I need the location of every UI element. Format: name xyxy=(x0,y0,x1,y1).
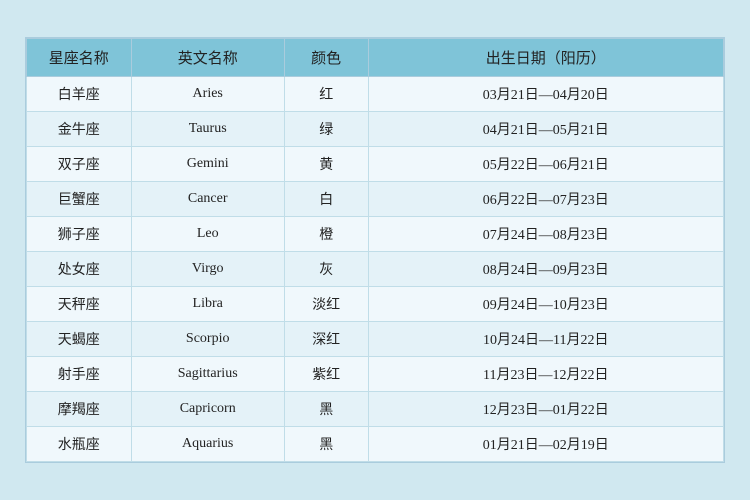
cell-chinese: 水瓶座 xyxy=(27,427,132,462)
zodiac-table-container: 星座名称 英文名称 颜色 出生日期（阳历） 白羊座Aries红03月21日—04… xyxy=(25,37,725,463)
cell-english: Gemini xyxy=(131,147,284,182)
cell-english: Virgo xyxy=(131,252,284,287)
cell-date: 09月24日—10月23日 xyxy=(368,287,724,322)
cell-chinese: 双子座 xyxy=(27,147,132,182)
cell-english: Sagittarius xyxy=(131,357,284,392)
cell-chinese: 天蝎座 xyxy=(27,322,132,357)
table-row: 处女座Virgo灰08月24日—09月23日 xyxy=(27,252,724,287)
table-row: 金牛座Taurus绿04月21日—05月21日 xyxy=(27,112,724,147)
cell-english: Libra xyxy=(131,287,284,322)
header-chinese: 星座名称 xyxy=(27,39,132,77)
cell-color: 黑 xyxy=(284,427,368,462)
cell-date: 05月22日—06月21日 xyxy=(368,147,724,182)
cell-chinese: 白羊座 xyxy=(27,77,132,112)
cell-date: 11月23日—12月22日 xyxy=(368,357,724,392)
table-row: 水瓶座Aquarius黑01月21日—02月19日 xyxy=(27,427,724,462)
header-color: 颜色 xyxy=(284,39,368,77)
cell-english: Scorpio xyxy=(131,322,284,357)
table-row: 巨蟹座Cancer白06月22日—07月23日 xyxy=(27,182,724,217)
cell-color: 白 xyxy=(284,182,368,217)
cell-color: 绿 xyxy=(284,112,368,147)
cell-chinese: 金牛座 xyxy=(27,112,132,147)
cell-color: 淡红 xyxy=(284,287,368,322)
cell-chinese: 狮子座 xyxy=(27,217,132,252)
cell-color: 黑 xyxy=(284,392,368,427)
cell-chinese: 处女座 xyxy=(27,252,132,287)
cell-chinese: 摩羯座 xyxy=(27,392,132,427)
table-body: 白羊座Aries红03月21日—04月20日金牛座Taurus绿04月21日—0… xyxy=(27,77,724,462)
cell-color: 紫红 xyxy=(284,357,368,392)
cell-color: 红 xyxy=(284,77,368,112)
cell-chinese: 巨蟹座 xyxy=(27,182,132,217)
header-date: 出生日期（阳历） xyxy=(368,39,724,77)
cell-color: 深红 xyxy=(284,322,368,357)
cell-color: 黄 xyxy=(284,147,368,182)
cell-date: 03月21日—04月20日 xyxy=(368,77,724,112)
table-row: 狮子座Leo橙07月24日—08月23日 xyxy=(27,217,724,252)
cell-english: Taurus xyxy=(131,112,284,147)
cell-english: Aries xyxy=(131,77,284,112)
cell-english: Cancer xyxy=(131,182,284,217)
cell-date: 08月24日—09月23日 xyxy=(368,252,724,287)
cell-chinese: 射手座 xyxy=(27,357,132,392)
cell-color: 橙 xyxy=(284,217,368,252)
cell-color: 灰 xyxy=(284,252,368,287)
cell-english: Aquarius xyxy=(131,427,284,462)
zodiac-table: 星座名称 英文名称 颜色 出生日期（阳历） 白羊座Aries红03月21日—04… xyxy=(26,38,724,462)
cell-chinese: 天秤座 xyxy=(27,287,132,322)
cell-date: 04月21日—05月21日 xyxy=(368,112,724,147)
cell-date: 07月24日—08月23日 xyxy=(368,217,724,252)
cell-english: Capricorn xyxy=(131,392,284,427)
cell-date: 01月21日—02月19日 xyxy=(368,427,724,462)
cell-date: 12月23日—01月22日 xyxy=(368,392,724,427)
table-row: 天秤座Libra淡红09月24日—10月23日 xyxy=(27,287,724,322)
table-row: 白羊座Aries红03月21日—04月20日 xyxy=(27,77,724,112)
table-row: 摩羯座Capricorn黑12月23日—01月22日 xyxy=(27,392,724,427)
table-header-row: 星座名称 英文名称 颜色 出生日期（阳历） xyxy=(27,39,724,77)
table-row: 双子座Gemini黄05月22日—06月21日 xyxy=(27,147,724,182)
header-english: 英文名称 xyxy=(131,39,284,77)
table-row: 天蝎座Scorpio深红10月24日—11月22日 xyxy=(27,322,724,357)
table-row: 射手座Sagittarius紫红11月23日—12月22日 xyxy=(27,357,724,392)
cell-date: 06月22日—07月23日 xyxy=(368,182,724,217)
cell-date: 10月24日—11月22日 xyxy=(368,322,724,357)
cell-english: Leo xyxy=(131,217,284,252)
